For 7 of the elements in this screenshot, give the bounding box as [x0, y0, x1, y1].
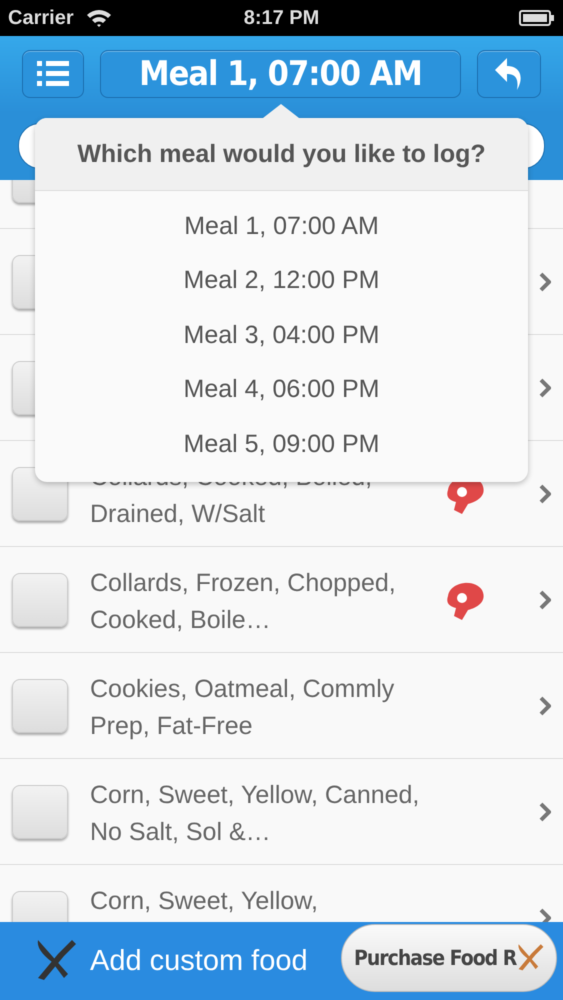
food-name: Corn, Sweet, Yellow, — [90, 887, 318, 915]
popover-title: Which meal would you like to log? — [77, 140, 486, 168]
food-name: Corn, Sweet, Yellow, Canned, No Salt, Sol &… — [90, 781, 420, 846]
carrier-label: Carrier — [8, 6, 74, 30]
clock: 8:17 PM — [244, 6, 320, 30]
food-name: Collards, Frozen, Chopped, Cooked, Boile… — [90, 569, 396, 634]
food-name: Cookies, Oatmeal, Commly Prep, Fat-Free — [90, 675, 394, 740]
